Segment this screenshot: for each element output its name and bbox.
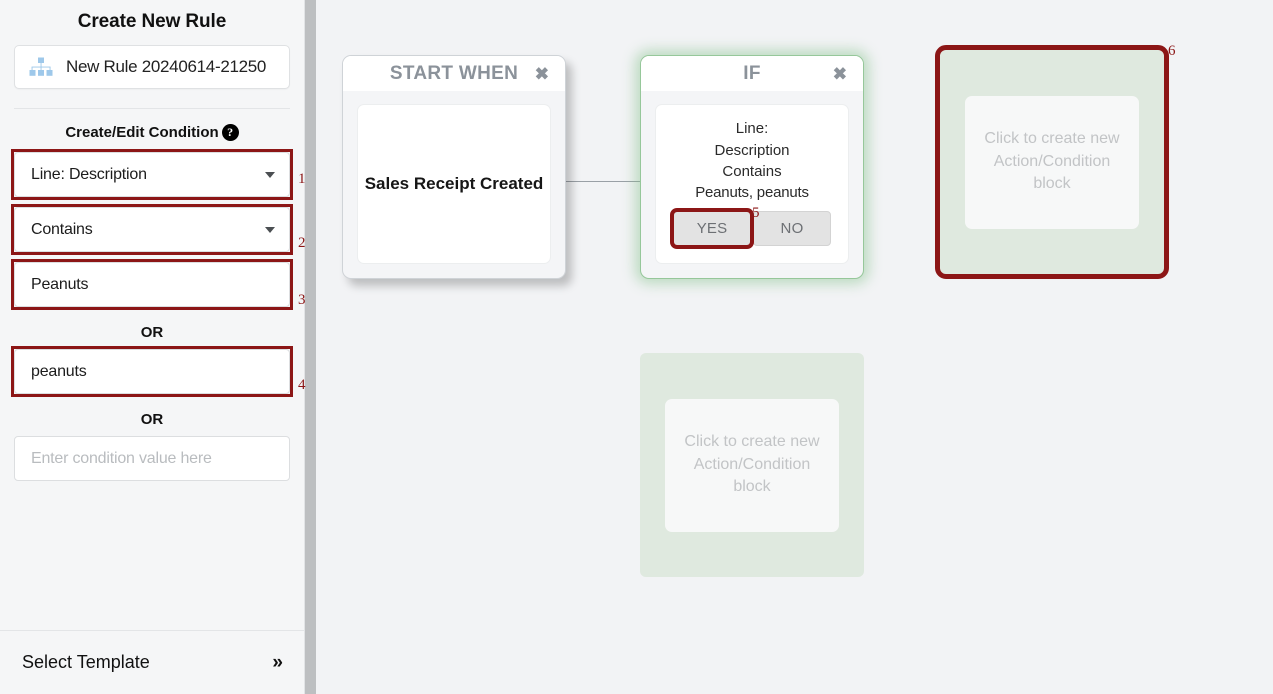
if-header: IF ✖ <box>641 56 863 91</box>
start-when-title: START WHEN <box>389 62 519 84</box>
condition-operator-select-wrapper: Contains <box>11 204 293 255</box>
if-block[interactable]: IF ✖ Line: Description Contains Peanuts,… <box>640 55 864 279</box>
condition-value-input-1-wrapper: Peanuts <box>11 259 293 310</box>
yes-button[interactable]: YES <box>670 207 754 249</box>
condition-operator-value: Contains <box>31 220 93 238</box>
close-icon[interactable]: ✖ <box>535 65 549 82</box>
annotation-2: 2 <box>298 235 306 251</box>
condition-field-select[interactable]: Line: Description <box>14 152 290 197</box>
condition-field-select-wrapper: Line: Description <box>11 149 293 200</box>
if-condition-line-1: Line: <box>735 120 769 138</box>
page-title: Create New Rule <box>77 11 227 32</box>
rule-name-value: New Rule 20240614-21250 <box>66 57 267 76</box>
help-icon[interactable]: ? <box>221 124 239 141</box>
if-title: IF <box>743 62 761 84</box>
start-when-block[interactable]: START WHEN ✖ Sales Receipt Created <box>342 55 566 279</box>
sidebar-scrollbar-track[interactable] <box>305 0 316 694</box>
or-separator-2: OR <box>140 411 164 428</box>
create-block-placeholder-label: Click to create new Action/Condition blo… <box>965 95 1139 229</box>
condition-value-input-1[interactable]: Peanuts <box>14 262 290 307</box>
rule-editor-sidebar: Create New Rule New Rule 20240614-21250 <box>0 0 305 694</box>
annotation-4: 4 <box>298 377 306 393</box>
if-condition-text: Line: Description Contains Peanuts, pean… <box>695 118 809 203</box>
rule-flow-canvas[interactable]: START WHEN ✖ Sales Receipt Created IF ✖ … <box>316 0 1273 694</box>
create-action-condition-block-top-right[interactable]: Click to create new Action/Condition blo… <box>935 45 1169 279</box>
no-button[interactable]: NO <box>753 210 831 246</box>
annotation-3: 3 <box>298 292 306 308</box>
if-condition-card[interactable]: Line: Description Contains Peanuts, pean… <box>655 104 849 264</box>
double-chevron-right-icon: » <box>272 651 282 673</box>
condition-value-input-3-wrapper: Enter condition value here <box>14 436 290 481</box>
condition-value-input-3[interactable]: Enter condition value here <box>14 436 290 481</box>
or-separator-1: OR <box>140 324 164 341</box>
start-when-header: START WHEN ✖ <box>343 56 565 91</box>
if-condition-line-3: Contains <box>722 163 782 180</box>
annotation-1: 1 <box>298 171 306 187</box>
sitemap-icon <box>29 57 53 77</box>
start-when-trigger-card[interactable]: Sales Receipt Created <box>357 104 551 264</box>
sidebar-scrollbar-thumb[interactable] <box>305 0 316 694</box>
condition-operator-select[interactable]: Contains <box>14 207 290 252</box>
if-condition-line-2: Description <box>714 141 790 159</box>
section-title-label: Create/Edit Condition <box>65 124 219 141</box>
start-when-body: Sales Receipt Created <box>343 91 565 278</box>
create-block-placeholder-label: Click to create new Action/Condition blo… <box>665 398 839 532</box>
if-body: Line: Description Contains Peanuts, pean… <box>641 91 863 278</box>
chevron-down-icon <box>265 226 275 233</box>
condition-value-input-2-wrapper: peanuts <box>11 346 293 397</box>
annotation-5: 5 <box>752 205 760 221</box>
section-title: Create/Edit Condition ? <box>0 109 304 152</box>
if-condition-line-4: Peanuts, peanuts <box>695 184 809 202</box>
select-template-label: Select Template <box>22 652 150 672</box>
chevron-down-icon <box>265 171 275 178</box>
condition-value-input-2[interactable]: peanuts <box>14 349 290 394</box>
create-action-condition-block-bottom[interactable]: Click to create new Action/Condition blo… <box>640 353 864 577</box>
close-icon[interactable]: ✖ <box>833 65 847 82</box>
rule-name-field[interactable]: New Rule 20240614-21250 <box>14 45 290 89</box>
annotation-6: 6 <box>1168 43 1176 59</box>
condition-field-value: Line: Description <box>31 165 147 183</box>
app-root: Create New Rule New Rule 20240614-21250 <box>0 0 1273 694</box>
select-template-button[interactable]: Select Template » <box>0 630 304 694</box>
